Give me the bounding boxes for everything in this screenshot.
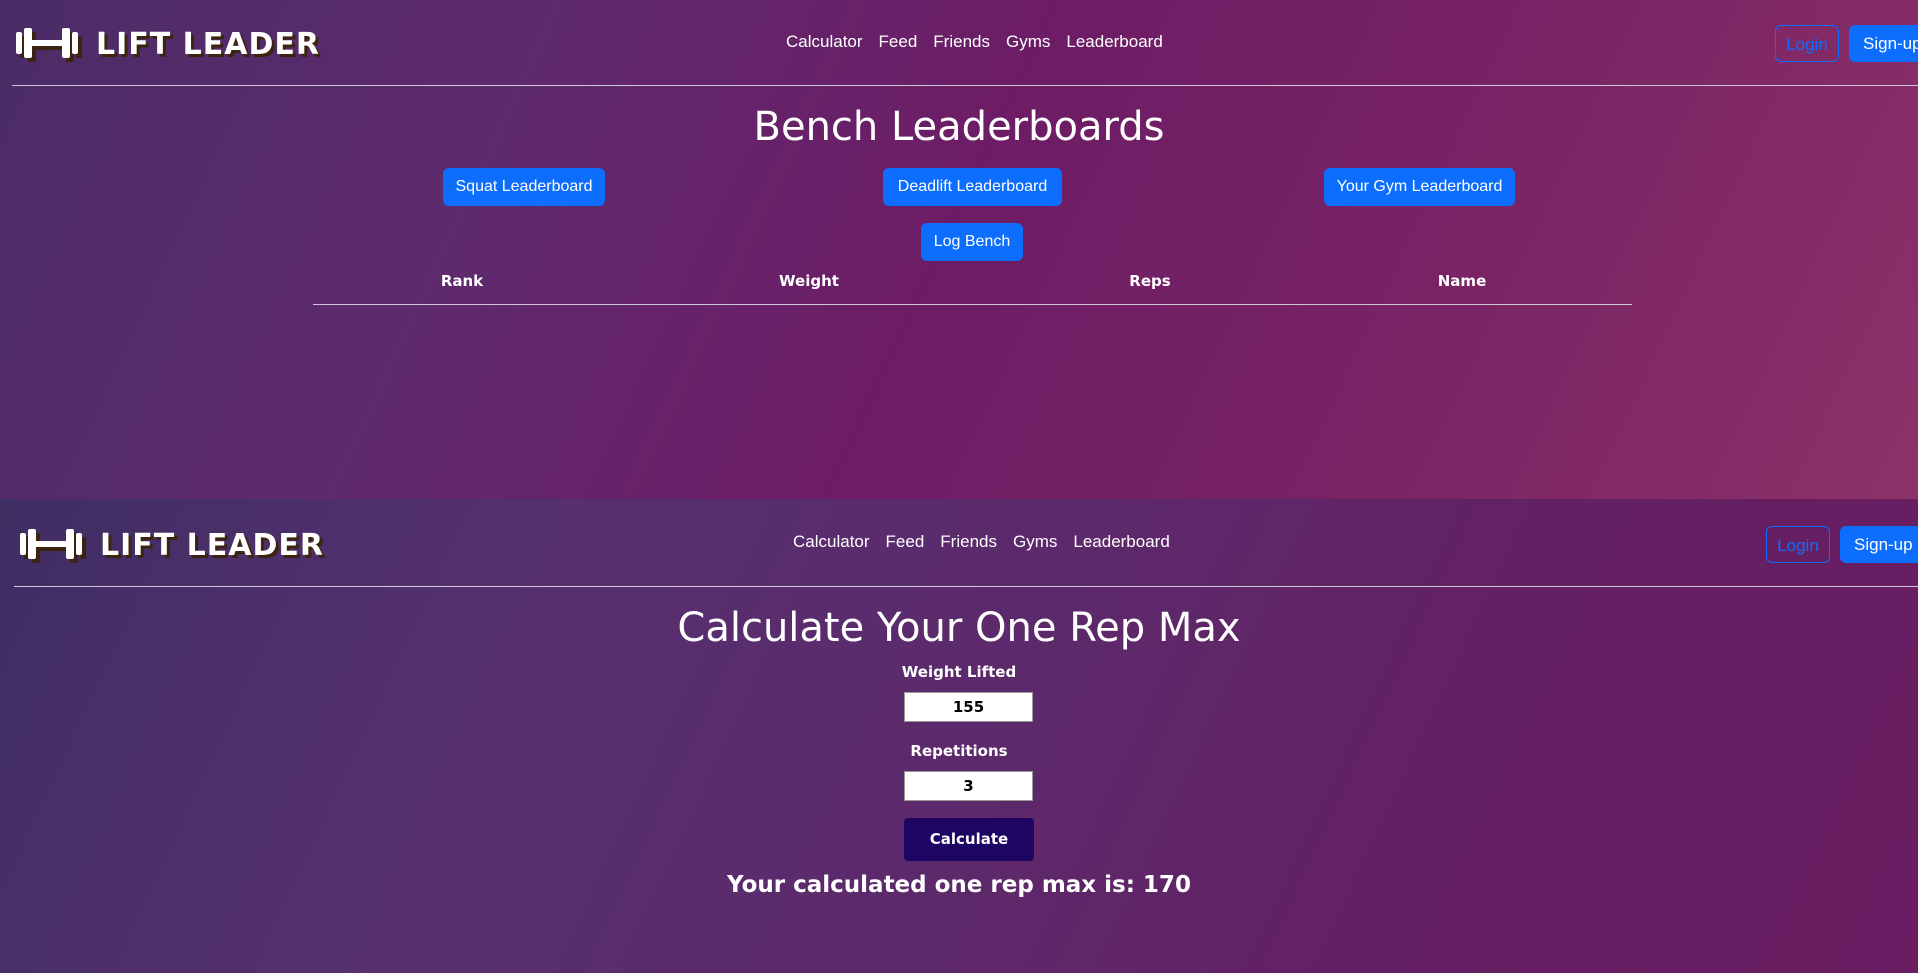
dumbbell-icon <box>20 529 86 563</box>
signup-button[interactable]: Sign-up <box>1840 526 1918 563</box>
nav-link-friends[interactable]: Friends <box>933 32 990 52</box>
nav-links: Calculator Feed Friends Gyms Leaderboard <box>793 532 1170 552</box>
navbar: LIFT LEADER Calculator Feed Friends Gyms… <box>0 499 1918 587</box>
page-title: Bench Leaderboards <box>753 104 1165 150</box>
leaderboard-table: Rank Weight Reps Name <box>313 268 1632 305</box>
weight-lifted-input[interactable] <box>904 692 1033 722</box>
calculate-button[interactable]: Calculate <box>904 818 1034 861</box>
column-header-name: Name <box>1437 272 1487 290</box>
logo[interactable]: LIFT LEADER <box>14 24 320 66</box>
leaderboard-screen: LIFT LEADER Calculator Feed Friends Gyms… <box>0 0 1918 499</box>
deadlift-leaderboard-button[interactable]: Deadlift Leaderboard <box>883 168 1062 206</box>
squat-leaderboard-button[interactable]: Squat Leaderboard <box>443 168 605 206</box>
nav-link-friends[interactable]: Friends <box>940 532 997 552</box>
logo-text: LIFT LEADER <box>100 528 325 563</box>
one-rep-max-result: Your calculated one rep max is: 170 <box>727 872 1191 898</box>
nav-divider <box>12 85 1918 86</box>
nav-link-leaderboard[interactable]: Leaderboard <box>1066 32 1162 52</box>
login-button[interactable]: Login <box>1775 25 1839 62</box>
log-bench-button[interactable]: Log Bench <box>921 223 1023 261</box>
nav-link-leaderboard[interactable]: Leaderboard <box>1073 532 1169 552</box>
column-header-weight: Weight <box>779 272 839 290</box>
column-header-rank: Rank <box>440 272 484 290</box>
nav-link-feed[interactable]: Feed <box>879 32 918 52</box>
repetitions-input[interactable] <box>904 771 1033 801</box>
signup-button[interactable]: Sign-up <box>1849 25 1918 62</box>
logo[interactable]: LIFT LEADER <box>18 525 324 567</box>
nav-links: Calculator Feed Friends Gyms Leaderboard <box>786 32 1163 52</box>
nav-link-gyms[interactable]: Gyms <box>1006 32 1050 52</box>
column-header-reps: Reps <box>1129 272 1171 290</box>
nav-link-calculator[interactable]: Calculator <box>793 532 870 552</box>
dumbbell-icon <box>16 28 82 62</box>
logo-text: LIFT LEADER <box>96 27 321 62</box>
calculator-screen: LIFT LEADER Calculator Feed Friends Gyms… <box>0 499 1918 973</box>
nav-divider <box>14 586 1918 587</box>
navbar: LIFT LEADER Calculator Feed Friends Gyms… <box>0 0 1918 86</box>
weight-lifted-label: Weight Lifted <box>901 663 1017 681</box>
page-title: Calculate Your One Rep Max <box>677 605 1241 651</box>
login-button[interactable]: Login <box>1766 526 1830 563</box>
nav-link-feed[interactable]: Feed <box>886 532 925 552</box>
nav-link-calculator[interactable]: Calculator <box>786 32 863 52</box>
repetitions-label: Repetitions <box>910 742 1008 760</box>
nav-link-gyms[interactable]: Gyms <box>1013 532 1057 552</box>
gym-leaderboard-button[interactable]: Your Gym Leaderboard <box>1324 168 1515 206</box>
